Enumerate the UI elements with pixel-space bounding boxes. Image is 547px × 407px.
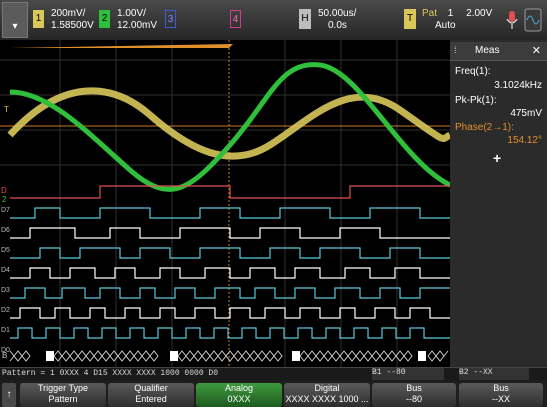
bus-match-marker-2 (170, 351, 178, 361)
softkey-bus1-label: Bus (406, 383, 422, 393)
horizontal-scale: 50.00us/ (318, 8, 357, 19)
horizontal-badge[interactable]: H (299, 9, 311, 29)
menu-button[interactable]: ▾ (2, 2, 28, 38)
softkey-bus1[interactable]: Bus --80 (372, 383, 456, 407)
channel1-ground-marker: T (4, 105, 9, 114)
digital-channel-d3 (10, 267, 450, 279)
softkey-digital-label: Digital (314, 383, 340, 393)
measurement-panel: ⁞ Meas ✕ Freq(1): 3.1024kHz Pk-Pk(1): 47… (450, 40, 547, 367)
bus-match-marker-1 (46, 351, 54, 361)
meas-pkpk-label: Pk-Pk(1): (455, 95, 497, 106)
bus-label: B (2, 351, 8, 360)
channel2-badge[interactable]: 2 (99, 10, 110, 28)
meas-phase-label: Phase(2→1): (455, 122, 514, 133)
trigger-level: 2.00V (466, 8, 493, 19)
meas-freq-label: Freq(1): (455, 66, 491, 77)
digital-channels: D (1, 186, 7, 195)
trigger-source: 1 (447, 8, 454, 19)
digital-channel-d1 (10, 307, 450, 319)
digital-channel-d7 (10, 185, 450, 199)
channel2-scale: 1.00V/ (117, 8, 146, 19)
digital-label-d4: D4 (1, 267, 10, 274)
horizontal-delay: 0.0s (328, 20, 347, 31)
channel1-settings[interactable]: 200mV/ 1.58500V (51, 8, 94, 32)
arrow-up-icon[interactable]: ↑ (2, 383, 16, 407)
add-measurement-button[interactable]: + (493, 150, 501, 166)
trigger-badge[interactable]: T (404, 9, 416, 29)
measurement-panel-title: Meas (475, 45, 500, 56)
channel1-scale: 200mV/ (51, 8, 86, 19)
digital-label-d6: D6 (1, 227, 10, 234)
softkey-bar: ↑ Trigger Type Pattern Qualifier Entered… (0, 381, 547, 407)
digital-label-d5: D5 (1, 247, 10, 254)
softkey-digital[interactable]: Digital XXXX XXXX 1000 ... (284, 383, 370, 407)
pattern-readout: Pattern = 1 0XXX 4 D15 XXXX XXXX 1000 00… (2, 369, 219, 378)
meas-phase-value: 154.12° (507, 135, 542, 146)
digital-channel-d5 (10, 227, 450, 239)
channel1-badge[interactable]: 1 (33, 10, 44, 28)
channel1-offset: 1.58500V (51, 20, 94, 31)
waveform-canvas: T 2 D (0, 40, 452, 367)
channel2-settings[interactable]: 1.00V/ 12.00mV (117, 8, 157, 32)
digital-channel-d0 (10, 327, 450, 339)
close-icon[interactable]: ✕ (532, 44, 541, 57)
measurement-panel-header: ⁞ Meas ✕ (450, 42, 547, 61)
channel2-trace (9, 62, 452, 192)
top-status-bar: ▾ 1 200mV/ 1.58500V 2 1.00V/ 12.00mV 3 4… (0, 0, 547, 40)
softkey-analog[interactable]: Analog 0XXX (196, 383, 282, 407)
digital-channel-d4 (10, 247, 450, 259)
softkey-trigger-type-label: Trigger Type (37, 383, 89, 393)
softkey-qualifier[interactable]: Qualifier Entered (108, 383, 194, 407)
bus2-readout: B2 --XX (459, 368, 529, 380)
d-label-top: D (1, 186, 7, 195)
digital-label-d3: D3 (1, 287, 10, 294)
microphone-icon[interactable] (505, 10, 519, 30)
softkey-bus2-label: Bus (493, 383, 509, 393)
trigger-settings[interactable]: Pat 1 2.00V Auto (422, 8, 500, 32)
softkey-bus2[interactable]: Bus --XX (459, 383, 543, 407)
softkey-digital-value: XXXX XXXX 1000 ... (285, 394, 369, 404)
waveform-display[interactable]: T 2 D D7 D6 D5 D4 D3 D2 D1 D0 B (0, 40, 452, 367)
channel3-badge[interactable]: 3 (165, 10, 176, 28)
digital-channel-d6 (10, 207, 450, 219)
softkey-analog-value: 0XXX (227, 394, 251, 404)
bus-match-marker-3 (292, 351, 300, 361)
bus1-readout: B1 --80 (372, 368, 444, 380)
oscilloscope-icon[interactable] (524, 8, 542, 32)
digital-label-d2: D2 (1, 307, 10, 314)
trigger-sweep: Auto (435, 20, 456, 31)
channel2-offset: 12.00mV (117, 20, 158, 31)
pin-icon[interactable]: ⁞ (454, 45, 457, 55)
trigger-position-marker (10, 44, 233, 48)
meas-pkpk-value: 475mV (510, 108, 542, 119)
softkey-bus1-value: --80 (405, 394, 422, 404)
softkey-analog-label: Analog (224, 383, 254, 393)
trigger-pattern-bar: Pattern = 1 0XXX 4 D15 XXXX XXXX 1000 00… (0, 367, 547, 381)
horizontal-settings[interactable]: 50.00us/ 0.0s (318, 8, 356, 32)
digital-labels: D7 D6 D5 D4 D3 D2 D1 D0 (1, 201, 11, 361)
meas-freq-value: 3.1024kHz (494, 80, 542, 91)
softkey-trigger-type-value: Pattern (48, 394, 78, 404)
softkey-qualifier-label: Qualifier (134, 383, 168, 393)
softkey-bus2-value: --XX (492, 394, 510, 404)
bus-match-marker-4 (418, 351, 426, 361)
trigger-mode: Pat (422, 8, 438, 19)
softkey-trigger-type[interactable]: Trigger Type Pattern (20, 383, 106, 407)
digital-label-d1: D1 (1, 327, 10, 334)
channel4-badge[interactable]: 4 (230, 10, 241, 28)
chevron-down-icon: ▾ (12, 21, 18, 32)
digital-channel-d2 (10, 287, 450, 299)
softkey-qualifier-value: Entered (135, 394, 167, 404)
digital-label-d7: D7 (1, 207, 10, 214)
